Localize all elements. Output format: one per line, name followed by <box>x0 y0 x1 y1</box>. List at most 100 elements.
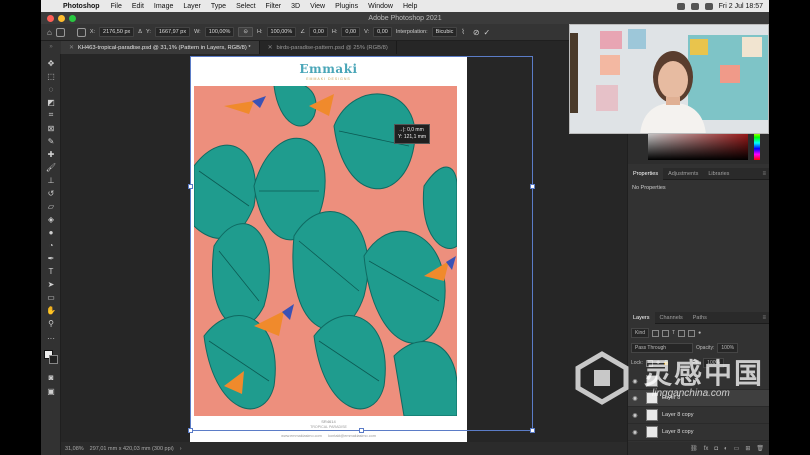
close-tab-icon[interactable]: ✕ <box>69 45 74 51</box>
panel-menu-icon[interactable]: ≡ <box>762 315 769 321</box>
document-size[interactable]: 297,01 mm x 420,03 mm (300 ppi) <box>90 446 174 452</box>
menu-select[interactable]: Select <box>231 3 260 10</box>
zoom-level[interactable]: 31,08% <box>65 446 84 452</box>
stamp-tool-icon[interactable]: ⊥ <box>45 175 57 185</box>
delta-icon[interactable]: Δ <box>138 29 142 35</box>
transform-handle[interactable] <box>530 428 535 433</box>
paint-bucket-icon[interactable]: ◈ <box>45 214 57 224</box>
pen-tool-icon[interactable]: ✒ <box>45 253 57 263</box>
menu-edit[interactable]: Edit <box>127 3 149 10</box>
filter-pixel-icon[interactable] <box>652 329 660 337</box>
status-icon[interactable] <box>690 2 699 10</box>
lasso-tool-icon[interactable]: ◌ <box>45 84 57 94</box>
visibility-eye-icon[interactable]: ◉ <box>628 429 642 436</box>
hskew-input[interactable]: 0,00 <box>341 27 361 37</box>
w-input[interactable]: 100,00% <box>204 27 235 37</box>
healing-tool-icon[interactable]: ✚ <box>45 149 57 159</box>
eraser-tool-icon[interactable]: ▱ <box>45 201 57 211</box>
object-select-tool-icon[interactable]: ◩ <box>45 97 57 107</box>
wifi-icon[interactable] <box>704 2 713 10</box>
menu-file[interactable]: File <box>106 3 127 10</box>
quick-mask-icon[interactable]: ◙ <box>45 372 57 382</box>
transform-handle[interactable] <box>359 428 364 433</box>
menu-window[interactable]: Window <box>363 3 398 10</box>
screen-mode-icon[interactable]: ▣ <box>45 386 57 396</box>
panel-menu-icon[interactable]: ≡ <box>762 171 769 177</box>
tab-libraries[interactable]: Libraries <box>703 168 734 180</box>
layer-row[interactable]: ◉ Layer 8 copy <box>628 424 769 441</box>
reference-point-icon[interactable] <box>76 27 86 37</box>
commit-transform-icon[interactable]: ✓ <box>484 28 491 37</box>
menu-layer[interactable]: Layer <box>178 3 206 10</box>
clock[interactable]: Fri 2 Jul 18:57 <box>719 3 763 10</box>
status-icon[interactable] <box>676 2 685 10</box>
tab-adjustments[interactable]: Adjustments <box>663 168 703 180</box>
transform-handle[interactable] <box>188 184 193 189</box>
filter-shape-icon[interactable] <box>678 329 686 337</box>
angle-input[interactable]: 0,00 <box>309 27 328 37</box>
filter-adjustment-icon[interactable] <box>662 329 670 337</box>
filter-smart-object-icon[interactable] <box>688 329 696 337</box>
layer-filter-select[interactable]: Kind <box>631 328 650 338</box>
new-group-icon[interactable]: ▭ <box>734 445 740 452</box>
menu-plugins[interactable]: Plugins <box>330 3 363 10</box>
tab-properties[interactable]: Properties <box>628 167 664 180</box>
transform-handle[interactable] <box>188 428 193 433</box>
link-icon[interactable]: ⊝ <box>238 27 254 37</box>
transform-icon[interactable] <box>55 27 65 37</box>
x-input[interactable]: 2176,50 px <box>99 27 135 37</box>
type-tool-icon[interactable]: T <box>45 266 57 276</box>
eyedropper-tool-icon[interactable]: ✎ <box>45 136 57 146</box>
menu-help[interactable]: Help <box>398 3 422 10</box>
delete-layer-icon[interactable]: 🗑 <box>756 445 764 452</box>
menu-view[interactable]: View <box>305 3 330 10</box>
path-select-icon[interactable]: ➤ <box>45 279 57 289</box>
fx-icon[interactable]: fx <box>704 446 709 452</box>
h-input[interactable]: 100,00% <box>266 27 297 37</box>
move-tool-icon[interactable]: ✥ <box>45 58 57 68</box>
dodge-tool-icon[interactable]: ◔ <box>45 240 57 250</box>
menu-3d[interactable]: 3D <box>286 3 305 10</box>
more-tools-icon[interactable]: ··· <box>45 333 57 343</box>
rectangle-tool-icon[interactable]: ▭ <box>45 292 57 302</box>
tab-birds-paradise[interactable]: ✕ birds-paradise-pattern.psd @ 25% (RGB/… <box>260 41 397 54</box>
filter-toggle-icon[interactable]: ● <box>698 330 701 336</box>
brush-tool-icon[interactable]: 🖌 <box>45 162 57 172</box>
hand-tool-icon[interactable]: ✋ <box>45 305 57 315</box>
background-color-swatch[interactable] <box>49 355 58 364</box>
history-brush-icon[interactable]: ↺ <box>45 188 57 198</box>
vskew-input[interactable]: 0,00 <box>373 27 392 37</box>
add-mask-icon[interactable]: ◘ <box>714 446 718 452</box>
transform-bounding-box[interactable] <box>190 56 533 431</box>
visibility-eye-icon[interactable]: ◉ <box>628 412 642 419</box>
tab-tropical-paradise[interactable]: ✕ KH463-tropical-paradise.psd @ 31,1% (P… <box>61 41 260 54</box>
layer-name[interactable]: Layer 8 copy <box>662 412 694 418</box>
adjustment-layer-icon[interactable]: ◐ <box>724 446 728 452</box>
cancel-transform-icon[interactable]: ⊘ <box>473 28 480 37</box>
tab-layers[interactable]: Layers <box>628 311 655 324</box>
link-layers-icon[interactable]: ⛓ <box>690 445 698 452</box>
crop-tool-icon[interactable]: ⌗ <box>45 110 57 120</box>
filter-type-icon[interactable]: T <box>672 330 675 336</box>
marquee-tool-icon[interactable]: ⬚ <box>45 71 57 81</box>
menu-filter[interactable]: Filter <box>261 3 287 10</box>
tab-paths[interactable]: Paths <box>688 312 712 324</box>
home-icon[interactable]: ⌂ <box>47 28 52 37</box>
layer-name[interactable]: Layer 8 copy <box>662 429 694 435</box>
tab-channels[interactable]: Channels <box>655 312 688 324</box>
canvas-area[interactable]: Emmaki EMMAKI DESIGNS SR4614 TROPICAL PA… <box>61 54 627 442</box>
close-tab-icon[interactable]: ✕ <box>268 45 273 51</box>
interpolation-select[interactable]: Bicubic <box>431 27 458 37</box>
menu-type[interactable]: Type <box>206 3 231 10</box>
frame-tool-icon[interactable]: ⊠ <box>45 123 57 133</box>
toolbar-grip[interactable]: » <box>41 41 61 54</box>
y-input[interactable]: 1667,97 px <box>154 27 191 37</box>
new-layer-icon[interactable]: ⊞ <box>745 445 750 452</box>
menu-app-name[interactable]: Photoshop <box>59 3 106 10</box>
zoom-tool-icon[interactable]: ⚲ <box>45 318 57 328</box>
chevron-right-icon[interactable]: › <box>180 446 182 452</box>
warp-icon[interactable]: ⌇ <box>461 28 464 36</box>
menu-image[interactable]: Image <box>149 3 178 10</box>
transform-handle[interactable] <box>530 184 535 189</box>
blur-tool-icon[interactable]: ● <box>45 227 57 237</box>
